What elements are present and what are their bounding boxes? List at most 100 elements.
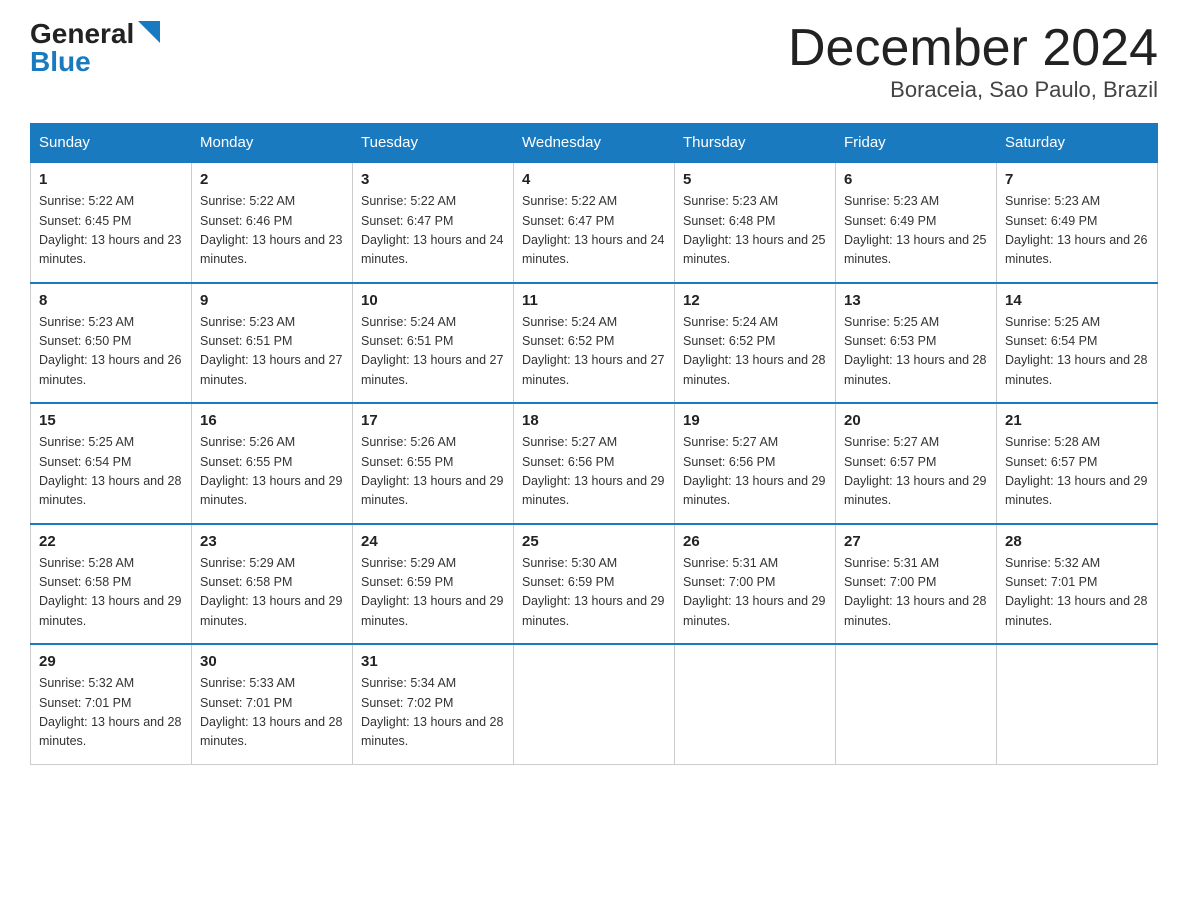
logo-arrow-icon xyxy=(138,21,160,43)
calendar-cell: 21 Sunrise: 5:28 AMSunset: 6:57 PMDayligh… xyxy=(997,403,1158,524)
day-number: 24 xyxy=(361,533,505,550)
day-info: Sunrise: 5:22 AMSunset: 6:46 PMDaylight:… xyxy=(200,192,344,270)
day-info: Sunrise: 5:23 AMSunset: 6:48 PMDaylight:… xyxy=(683,192,827,270)
calendar-cell: 7 Sunrise: 5:23 AMSunset: 6:49 PMDaylight… xyxy=(997,162,1158,283)
day-number: 8 xyxy=(39,292,183,309)
week-row-5: 29Sunrise: 5:32 AMSunset: 7:01 PMDayligh… xyxy=(31,644,1158,764)
header-tuesday: Tuesday xyxy=(353,124,514,163)
logo-general-text: General xyxy=(30,20,134,48)
week-row-3: 15 Sunrise: 5:25 AMSunset: 6:54 PMDayligh… xyxy=(31,403,1158,524)
day-info: Sunrise: 5:26 AMSunset: 6:55 PMDaylight:… xyxy=(361,433,505,511)
calendar-cell: 10 Sunrise: 5:24 AMSunset: 6:51 PMDayligh… xyxy=(353,283,514,404)
calendar-cell: 29Sunrise: 5:32 AMSunset: 7:01 PMDayligh… xyxy=(31,644,192,764)
day-number: 12 xyxy=(683,292,827,309)
day-number: 30 xyxy=(200,653,344,670)
page-header: General Blue December 2024 Boraceia, Sao… xyxy=(30,20,1158,103)
day-info: Sunrise: 5:27 AMSunset: 6:56 PMDaylight:… xyxy=(683,433,827,511)
day-number: 18 xyxy=(522,412,666,429)
day-info: Sunrise: 5:25 AMSunset: 6:54 PMDaylight:… xyxy=(1005,313,1149,391)
logo: General Blue xyxy=(30,20,160,76)
calendar-cell: 4 Sunrise: 5:22 AMSunset: 6:47 PMDaylight… xyxy=(514,162,675,283)
calendar-cell: 8 Sunrise: 5:23 AMSunset: 6:50 PMDaylight… xyxy=(31,283,192,404)
calendar-cell: 12 Sunrise: 5:24 AMSunset: 6:52 PMDayligh… xyxy=(675,283,836,404)
day-info: Sunrise: 5:30 AMSunset: 6:59 PMDaylight:… xyxy=(522,554,666,632)
title-block: December 2024 Boraceia, Sao Paulo, Brazi… xyxy=(788,20,1158,103)
calendar-cell xyxy=(836,644,997,764)
calendar-cell xyxy=(997,644,1158,764)
day-info: Sunrise: 5:22 AMSunset: 6:45 PMDaylight:… xyxy=(39,192,183,270)
week-row-2: 8 Sunrise: 5:23 AMSunset: 6:50 PMDaylight… xyxy=(31,283,1158,404)
day-info: Sunrise: 5:33 AMSunset: 7:01 PMDaylight:… xyxy=(200,674,344,752)
day-number: 29 xyxy=(39,653,183,670)
day-number: 19 xyxy=(683,412,827,429)
day-number: 4 xyxy=(522,171,666,188)
day-number: 17 xyxy=(361,412,505,429)
day-number: 1 xyxy=(39,171,183,188)
day-number: 20 xyxy=(844,412,988,429)
day-info: Sunrise: 5:23 AMSunset: 6:50 PMDaylight:… xyxy=(39,313,183,391)
calendar-cell: 30 Sunrise: 5:33 AMSunset: 7:01 PMDayligh… xyxy=(192,644,353,764)
day-number: 22 xyxy=(39,533,183,550)
calendar-cell: 19 Sunrise: 5:27 AMSunset: 6:56 PMDayligh… xyxy=(675,403,836,524)
day-info: Sunrise: 5:26 AMSunset: 6:55 PMDaylight:… xyxy=(200,433,344,511)
day-number: 23 xyxy=(200,533,344,550)
day-info: Sunrise: 5:24 AMSunset: 6:52 PMDaylight:… xyxy=(522,313,666,391)
calendar-cell: 15 Sunrise: 5:25 AMSunset: 6:54 PMDayligh… xyxy=(31,403,192,524)
logo-blue-text: Blue xyxy=(30,48,91,76)
calendar-cell xyxy=(675,644,836,764)
calendar-cell: 13Sunrise: 5:25 AMSunset: 6:53 PMDayligh… xyxy=(836,283,997,404)
week-row-1: 1 Sunrise: 5:22 AMSunset: 6:45 PMDaylight… xyxy=(31,162,1158,283)
day-number: 7 xyxy=(1005,171,1149,188)
calendar-cell: 26Sunrise: 5:31 AMSunset: 7:00 PMDayligh… xyxy=(675,524,836,645)
day-number: 31 xyxy=(361,653,505,670)
week-row-4: 22Sunrise: 5:28 AMSunset: 6:58 PMDayligh… xyxy=(31,524,1158,645)
day-info: Sunrise: 5:31 AMSunset: 7:00 PMDaylight:… xyxy=(683,554,827,632)
day-number: 9 xyxy=(200,292,344,309)
day-info: Sunrise: 5:28 AMSunset: 6:57 PMDaylight:… xyxy=(1005,433,1149,511)
day-number: 10 xyxy=(361,292,505,309)
calendar-cell: 1 Sunrise: 5:22 AMSunset: 6:45 PMDaylight… xyxy=(31,162,192,283)
day-info: Sunrise: 5:27 AMSunset: 6:57 PMDaylight:… xyxy=(844,433,988,511)
calendar-cell: 23 Sunrise: 5:29 AMSunset: 6:58 PMDayligh… xyxy=(192,524,353,645)
calendar-cell: 20 Sunrise: 5:27 AMSunset: 6:57 PMDayligh… xyxy=(836,403,997,524)
calendar-cell: 3 Sunrise: 5:22 AMSunset: 6:47 PMDaylight… xyxy=(353,162,514,283)
calendar-cell: 2 Sunrise: 5:22 AMSunset: 6:46 PMDaylight… xyxy=(192,162,353,283)
calendar-cell: 9 Sunrise: 5:23 AMSunset: 6:51 PMDaylight… xyxy=(192,283,353,404)
day-number: 2 xyxy=(200,171,344,188)
calendar-cell: 18 Sunrise: 5:27 AMSunset: 6:56 PMDayligh… xyxy=(514,403,675,524)
header-saturday: Saturday xyxy=(997,124,1158,163)
day-number: 3 xyxy=(361,171,505,188)
day-info: Sunrise: 5:25 AMSunset: 6:54 PMDaylight:… xyxy=(39,433,183,511)
day-info: Sunrise: 5:29 AMSunset: 6:59 PMDaylight:… xyxy=(361,554,505,632)
header-row: SundayMondayTuesdayWednesdayThursdayFrid… xyxy=(31,124,1158,163)
calendar-cell: 28Sunrise: 5:32 AMSunset: 7:01 PMDayligh… xyxy=(997,524,1158,645)
day-number: 21 xyxy=(1005,412,1149,429)
day-info: Sunrise: 5:24 AMSunset: 6:51 PMDaylight:… xyxy=(361,313,505,391)
day-info: Sunrise: 5:29 AMSunset: 6:58 PMDaylight:… xyxy=(200,554,344,632)
day-info: Sunrise: 5:22 AMSunset: 6:47 PMDaylight:… xyxy=(361,192,505,270)
day-info: Sunrise: 5:31 AMSunset: 7:00 PMDaylight:… xyxy=(844,554,988,632)
calendar-table: SundayMondayTuesdayWednesdayThursdayFrid… xyxy=(30,123,1158,765)
calendar-cell: 16Sunrise: 5:26 AMSunset: 6:55 PMDayligh… xyxy=(192,403,353,524)
day-info: Sunrise: 5:23 AMSunset: 6:51 PMDaylight:… xyxy=(200,313,344,391)
day-number: 11 xyxy=(522,292,666,309)
day-number: 27 xyxy=(844,533,988,550)
day-info: Sunrise: 5:24 AMSunset: 6:52 PMDaylight:… xyxy=(683,313,827,391)
day-info: Sunrise: 5:23 AMSunset: 6:49 PMDaylight:… xyxy=(844,192,988,270)
day-number: 13 xyxy=(844,292,988,309)
day-number: 6 xyxy=(844,171,988,188)
day-info: Sunrise: 5:32 AMSunset: 7:01 PMDaylight:… xyxy=(1005,554,1149,632)
calendar-cell xyxy=(514,644,675,764)
header-monday: Monday xyxy=(192,124,353,163)
day-info: Sunrise: 5:27 AMSunset: 6:56 PMDaylight:… xyxy=(522,433,666,511)
calendar-cell: 11 Sunrise: 5:24 AMSunset: 6:52 PMDayligh… xyxy=(514,283,675,404)
day-info: Sunrise: 5:23 AMSunset: 6:49 PMDaylight:… xyxy=(1005,192,1149,270)
calendar-cell: 22Sunrise: 5:28 AMSunset: 6:58 PMDayligh… xyxy=(31,524,192,645)
calendar-cell: 31 Sunrise: 5:34 AMSunset: 7:02 PMDayligh… xyxy=(353,644,514,764)
day-info: Sunrise: 5:34 AMSunset: 7:02 PMDaylight:… xyxy=(361,674,505,752)
calendar-cell: 27 Sunrise: 5:31 AMSunset: 7:00 PMDayligh… xyxy=(836,524,997,645)
day-number: 15 xyxy=(39,412,183,429)
day-info: Sunrise: 5:22 AMSunset: 6:47 PMDaylight:… xyxy=(522,192,666,270)
calendar-subtitle: Boraceia, Sao Paulo, Brazil xyxy=(788,77,1158,103)
header-wednesday: Wednesday xyxy=(514,124,675,163)
